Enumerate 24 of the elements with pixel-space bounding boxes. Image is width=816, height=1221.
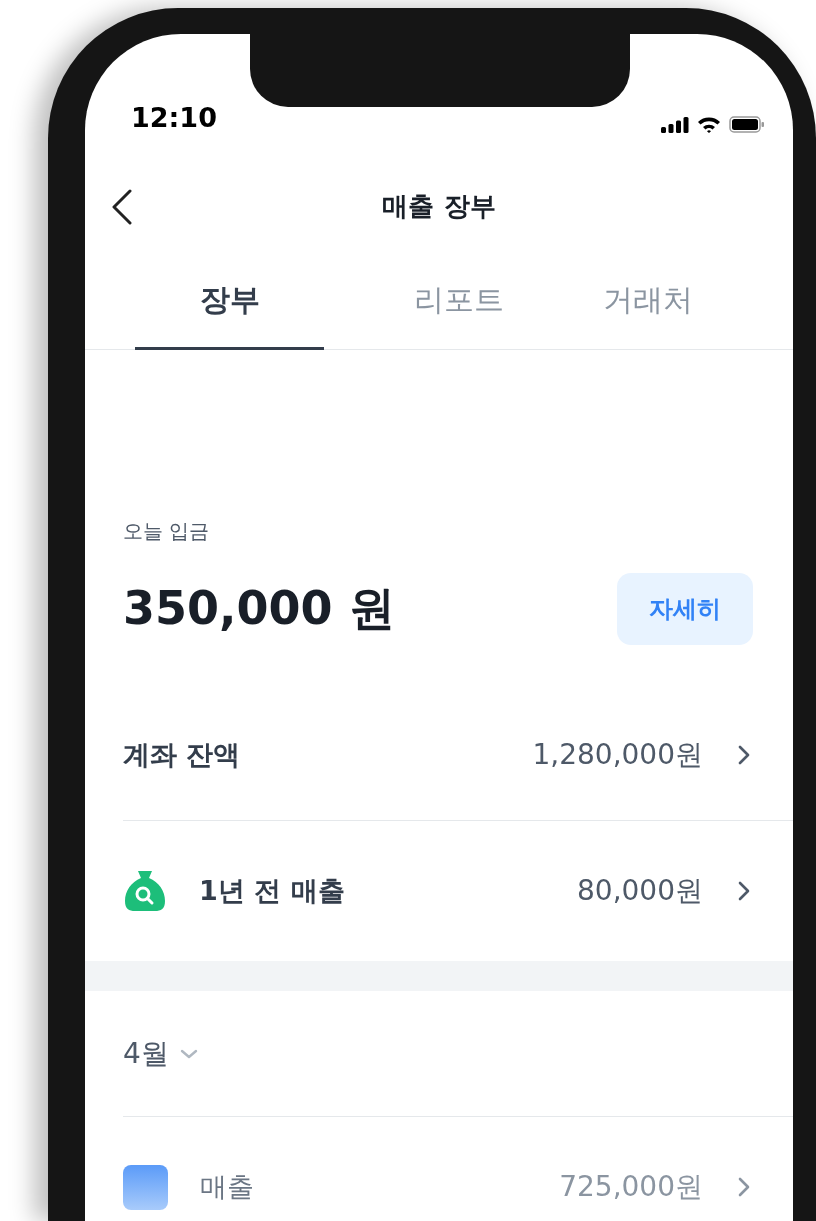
row-label: 매출 [200,1170,255,1204]
row-amount: 725,000원 [559,1169,703,1205]
row-amount: 80,000원 [577,873,703,909]
chevron-right-icon [737,880,751,902]
color-square-icon [123,1164,168,1210]
status-time: 12:10 [131,102,217,133]
tab[interactable]: 장부 [135,254,325,350]
chevron-right-icon [737,1176,751,1198]
list-row[interactable]: 1년 전 매출 80,000원 [123,821,793,961]
battery-icon [729,116,765,133]
back-icon[interactable] [111,189,133,225]
today-deposit-amount: 350,000 원 [123,580,395,637]
row-amount: 1,280,000원 [532,736,703,773]
row-label: 계좌 잔액 [123,737,242,772]
screen-title: 매출 장부 [382,190,496,223]
chevron-right-icon [737,743,751,766]
list-row[interactable]: 매출 725,000원 [123,1117,793,1221]
signal-icon [661,116,689,133]
money-bag-search-icon [123,869,167,913]
wifi-icon [697,116,721,133]
month-dropdown[interactable]: 4월 [123,1034,199,1073]
today-deposit-label: 오늘 입금 [123,519,210,543]
chevron-down-icon [178,1047,199,1060]
row-label: 1년 전 매출 [199,874,346,908]
